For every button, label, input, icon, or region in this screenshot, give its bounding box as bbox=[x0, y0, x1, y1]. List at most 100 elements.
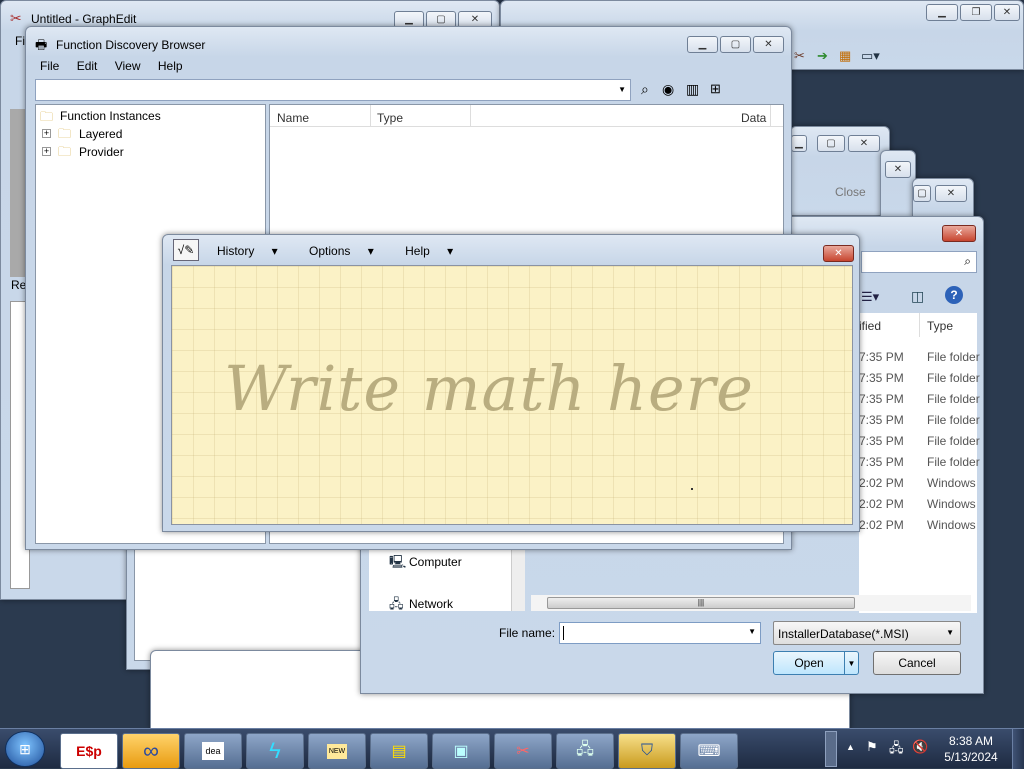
table-row[interactable]: 7:35 PM File folder bbox=[859, 368, 980, 388]
writing-placeholder: Write math here bbox=[224, 352, 754, 425]
row-date: 2:02 PM bbox=[859, 497, 904, 511]
filename-input[interactable]: ▼ bbox=[559, 622, 761, 644]
col-data[interactable]: Data bbox=[741, 111, 766, 125]
package-icon[interactable]: ▥ bbox=[686, 81, 699, 98]
nav-computer[interactable]: Computer bbox=[409, 555, 462, 569]
text-caret bbox=[563, 626, 564, 640]
menu-history[interactable]: History ▾ bbox=[217, 244, 278, 258]
writing-area[interactable]: Write math here bbox=[171, 265, 853, 525]
stacked1-maximize-button[interactable]: ▢ bbox=[817, 135, 845, 152]
math-input-panel: √✎ History ▾ Options ▾ Help ▾ ✕ Write ma… bbox=[162, 234, 860, 532]
search-box[interactable]: ⌕ bbox=[861, 251, 977, 273]
bg-restore-button[interactable]: ❐ bbox=[960, 4, 992, 21]
math-close-button[interactable]: ✕ bbox=[823, 245, 854, 262]
col-type[interactable]: Type bbox=[377, 111, 403, 125]
keyboard-icon: ⌨ bbox=[697, 743, 721, 760]
tree-item-provider[interactable]: Provider bbox=[79, 145, 124, 159]
views-menu-icon[interactable]: ☰▾ bbox=[861, 289, 879, 305]
printer-icon: 🖶 bbox=[35, 37, 48, 52]
taskbar-app-network[interactable]: 🖧 bbox=[556, 733, 614, 769]
help-icon[interactable]: ? bbox=[945, 286, 963, 304]
flag-icon[interactable]: ⚑ bbox=[866, 739, 878, 755]
nav-network[interactable]: Network bbox=[409, 597, 453, 611]
dialog-close-button[interactable]: ✕ bbox=[942, 225, 976, 242]
table-row[interactable]: 2:02 PM Windows bbox=[859, 473, 977, 493]
taskbar-app-infinity[interactable]: ∞ bbox=[122, 733, 180, 769]
search-icon[interactable]: ⌕ bbox=[641, 81, 649, 98]
taskbar-app-editor[interactable]: ▤ bbox=[370, 733, 428, 769]
eye-icon[interactable]: ◉ bbox=[662, 81, 674, 98]
open-split-arrow[interactable]: ▼ bbox=[844, 652, 858, 674]
preview-pane-icon[interactable]: ◫ bbox=[911, 288, 924, 305]
toolbar-export-icon[interactable]: ➔ bbox=[817, 48, 828, 64]
menu-help[interactable]: Help bbox=[158, 59, 183, 73]
tray-scroll[interactable] bbox=[825, 731, 837, 767]
table-row[interactable]: 7:35 PM File folder bbox=[859, 452, 980, 472]
stacked1-close-label[interactable]: Close bbox=[835, 185, 866, 199]
open-button[interactable]: Open ▼ bbox=[773, 651, 859, 675]
file-list: ified Type 7:35 PM File folder 7:35 PM File… bbox=[859, 313, 980, 613]
taskbar-app-shield[interactable]: ⛉ bbox=[618, 733, 676, 769]
taskbar-app-graphedit[interactable]: ✂ bbox=[494, 733, 552, 769]
menu-math-help[interactable]: Help ▾ bbox=[405, 244, 453, 258]
stacked3-maximize-button[interactable]: ▢ bbox=[913, 185, 931, 202]
file-type-value: InstallerDatabase(*.MSI) bbox=[778, 627, 909, 641]
row-type: File folder bbox=[927, 350, 980, 364]
col-date-modified[interactable]: ified bbox=[859, 319, 881, 333]
tree-item-layered[interactable]: Layered bbox=[79, 127, 122, 141]
clock[interactable]: 8:38 AM 5/13/2024 bbox=[936, 733, 1006, 765]
bg-minimize-button[interactable]: ▁ bbox=[926, 4, 958, 21]
chevron-down-icon[interactable]: ▼ bbox=[748, 627, 756, 636]
expand-icon[interactable]: + bbox=[42, 147, 51, 156]
graphedit-menu-stub[interactable]: Fi bbox=[15, 34, 25, 48]
stacked2-close-button[interactable]: ✕ bbox=[885, 161, 911, 178]
menu-view[interactable]: View bbox=[115, 59, 141, 73]
table-row[interactable]: 7:35 PM File folder bbox=[859, 410, 980, 430]
nav-scrollbar[interactable] bbox=[511, 543, 525, 611]
show-desktop-button[interactable] bbox=[1012, 729, 1024, 769]
network-tray-icon[interactable]: 🖧 bbox=[889, 739, 904, 761]
cancel-button[interactable]: Cancel bbox=[873, 651, 961, 675]
table-row[interactable]: 7:35 PM File folder bbox=[859, 347, 980, 367]
toolbar-window-icon[interactable]: ▭▾ bbox=[861, 48, 880, 64]
col-name[interactable]: Name bbox=[277, 111, 309, 125]
col-type[interactable]: Type bbox=[927, 319, 953, 333]
volume-muted-icon[interactable]: 🔇 bbox=[912, 739, 928, 755]
search-icon[interactable]: ⌕ bbox=[964, 254, 971, 269]
menu-options[interactable]: Options ▾ bbox=[309, 244, 374, 258]
table-row[interactable]: 7:35 PM File folder bbox=[859, 389, 980, 409]
taskbar-app-dea[interactable]: dea bbox=[184, 733, 242, 769]
stacked3-close-button[interactable]: ✕ bbox=[935, 185, 967, 202]
fdb-close-button[interactable]: ✕ bbox=[753, 36, 784, 53]
table-row[interactable]: 2:02 PM Windows bbox=[859, 494, 977, 514]
tree-root[interactable]: Function Instances bbox=[60, 109, 161, 123]
taskbar-app-esp[interactable]: E$p bbox=[60, 733, 118, 769]
stacked1-minimize-button[interactable]: ▁ bbox=[791, 135, 807, 152]
h-scroll-thumb[interactable]: ||| bbox=[547, 597, 855, 609]
address-combo[interactable]: ▼ bbox=[35, 79, 631, 101]
taskbar-app-keyboard[interactable]: ⌨ bbox=[680, 733, 738, 769]
chevron-down-icon[interactable]: ▼ bbox=[618, 85, 626, 94]
toolbar-grid-icon[interactable]: ▦ bbox=[839, 48, 851, 64]
menu-file[interactable]: File bbox=[40, 59, 59, 73]
toolbar-tools-icon[interactable]: ✂ bbox=[794, 48, 805, 64]
tray-expand-icon[interactable]: ▲ bbox=[846, 742, 855, 752]
taskbar-app-window[interactable]: ▣ bbox=[432, 733, 490, 769]
stacked1-close-button[interactable]: ✕ bbox=[848, 135, 880, 152]
expand-icon[interactable]: + bbox=[42, 129, 51, 138]
start-button[interactable]: ⊞ bbox=[5, 731, 45, 767]
taskbar-app-notepad[interactable]: NEW bbox=[308, 733, 366, 769]
row-type: Windows bbox=[927, 476, 976, 490]
horizontal-scrollbar[interactable]: ||| bbox=[531, 595, 971, 611]
table-row[interactable]: 7:35 PM File folder bbox=[859, 431, 980, 451]
tree-view-icon[interactable]: ⊞ bbox=[710, 81, 721, 97]
file-type-select[interactable]: InstallerDatabase(*.MSI) ▼ bbox=[773, 621, 961, 645]
col-divider bbox=[770, 105, 771, 127]
bg-close-button[interactable]: ✕ bbox=[994, 4, 1020, 21]
table-row[interactable]: 2:02 PM Windows bbox=[859, 515, 977, 535]
fdb-minimize-button[interactable]: ▁ bbox=[687, 36, 718, 53]
chevron-down-icon[interactable]: ▼ bbox=[946, 628, 954, 637]
menu-edit[interactable]: Edit bbox=[77, 59, 98, 73]
taskbar-app-bolt[interactable]: ϟ bbox=[246, 733, 304, 769]
fdb-maximize-button[interactable]: ▢ bbox=[720, 36, 751, 53]
